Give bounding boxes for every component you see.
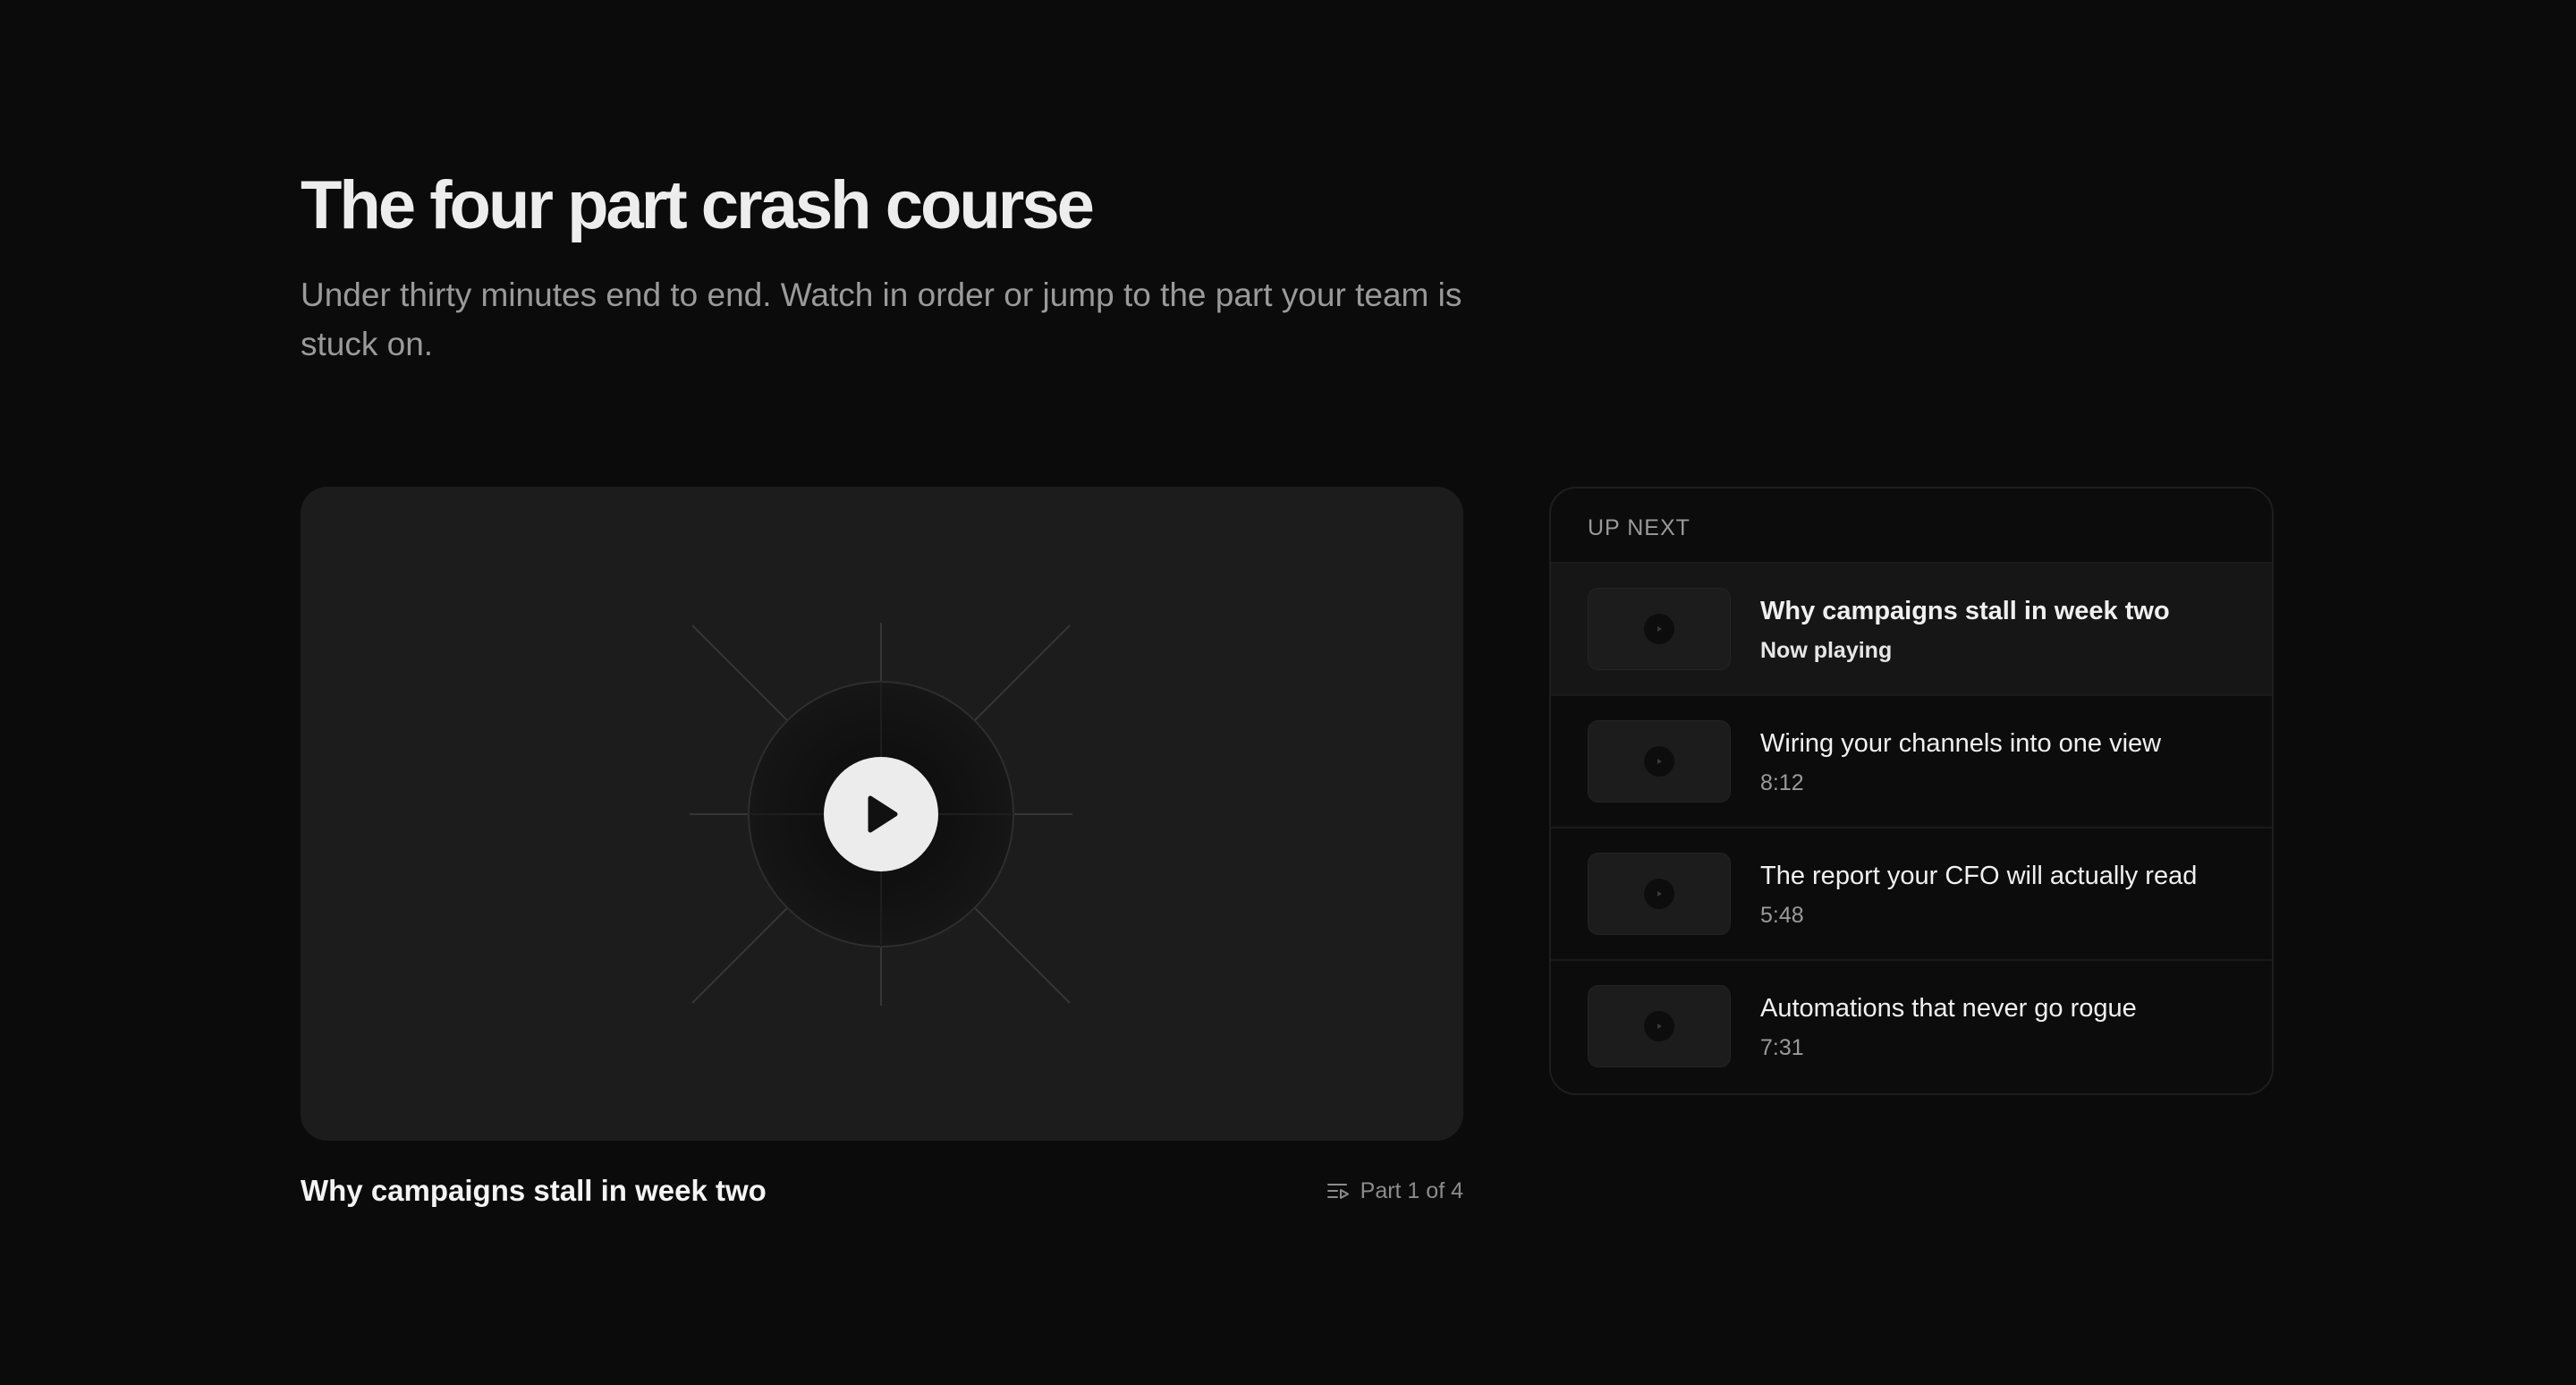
up-next-item-title: Wiring your channels into one view — [1760, 728, 2162, 758]
part-label: Part 1 of 4 — [1360, 1177, 1463, 1203]
play-button[interactable] — [824, 757, 938, 871]
up-next-item-title: Automations that never go rogue — [1760, 993, 2137, 1023]
video-thumbnail — [1588, 720, 1731, 803]
playlist-icon — [1326, 1184, 1349, 1199]
up-next-item-duration: 8:12 — [1760, 769, 1804, 795]
up-next-item-3[interactable]: The report your CFO will actually read 5… — [1551, 827, 2272, 959]
up-next-item-1[interactable]: Why campaigns stall in week two Now play… — [1551, 562, 2272, 694]
course-section: The four part crash course Under thirty … — [301, 0, 2275, 1385]
thumbnail-play-icon — [1644, 614, 1674, 644]
video-thumbnail — [1588, 985, 1731, 1067]
video-player[interactable] — [301, 487, 1463, 1141]
part-indicator: Part 1 of 4 — [1326, 1175, 1463, 1207]
thumbnail-play-icon — [1644, 879, 1674, 909]
up-next-item-4[interactable]: Automations that never go rogue 7:31 — [1551, 959, 2272, 1092]
play-icon — [868, 795, 898, 833]
up-next-item-2[interactable]: Wiring your channels into one view 8:12 — [1551, 694, 2272, 827]
up-next-item-title: Why campaigns stall in week two — [1760, 596, 2170, 625]
up-next-item-status: Now playing — [1760, 637, 1893, 663]
video-thumbnail — [1588, 588, 1731, 670]
thumbnail-play-icon — [1644, 746, 1674, 777]
up-next-heading: UP NEXT — [1588, 514, 1690, 540]
page-subtitle: Under thirty minutes end to end. Watch i… — [301, 276, 1462, 362]
up-next-item-title: The report your CFO will actually read — [1760, 861, 2198, 890]
video-title: Why campaigns stall in week two — [301, 1174, 767, 1207]
up-next-item-duration: 5:48 — [1760, 902, 1804, 928]
up-next-item-duration: 7:31 — [1760, 1034, 1804, 1060]
video-thumbnail — [1588, 853, 1731, 935]
up-next-panel: UP NEXT Why campaigns stall in week two … — [1549, 487, 2274, 1095]
page-title: The four part crash course — [301, 167, 1095, 243]
thumbnail-play-icon — [1644, 1011, 1674, 1041]
